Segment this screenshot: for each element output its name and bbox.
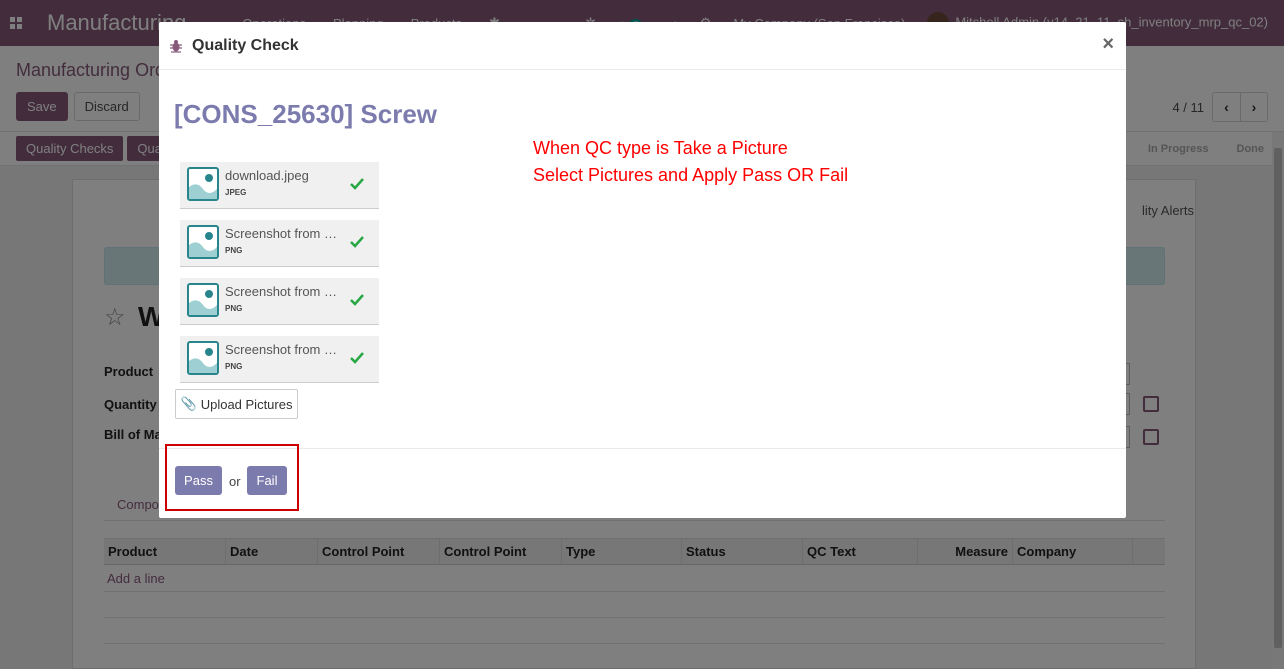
upload-label: Upload Pictures (200, 396, 293, 412)
dialog-header: Quality Check × (159, 22, 1126, 70)
check-icon (350, 352, 364, 364)
attachment-type: PNG (225, 362, 243, 371)
attachment-name: Screenshot from 2021-11-... (225, 284, 343, 299)
annotation-line-2: Select Pictures and Apply Pass OR Fail (533, 165, 849, 185)
attachment-type: JPEG (225, 188, 247, 197)
dialog-title: Quality Check (192, 37, 299, 54)
image-file-icon (187, 167, 219, 201)
close-icon[interactable]: × (1102, 33, 1114, 56)
quality-check-dialog: Quality Check × [CONS_25630] Screw When … (159, 22, 1126, 518)
or-label: or (229, 474, 241, 489)
attachment-type: PNG (225, 246, 243, 255)
check-icon (350, 294, 364, 306)
check-icon (350, 178, 364, 190)
product-title: [CONS_25630] Screw (174, 99, 438, 129)
bug-icon (170, 40, 182, 53)
fail-button[interactable]: Fail (247, 466, 287, 495)
image-file-icon (187, 341, 219, 375)
attachment-name: download.jpeg (225, 168, 309, 183)
image-file-icon (187, 225, 219, 259)
check-icon (350, 236, 364, 248)
image-file-icon (187, 283, 219, 317)
dialog-footer: Pass or Fail (159, 444, 1126, 518)
attachment-name: Screenshot from 2021-11-... (225, 226, 343, 241)
upload-pictures-button[interactable]: 📎 Upload Pictures (175, 389, 298, 419)
attachment-type: PNG (225, 304, 243, 313)
attachment-item[interactable]: Screenshot from 2021-11-... PNG (180, 278, 379, 325)
annotation-line-1: When QC type is Take a Picture (533, 138, 788, 158)
paperclip-icon: 📎 (180, 396, 197, 411)
pass-button[interactable]: Pass (175, 466, 222, 495)
attachment-item[interactable]: Screenshot from 2021-11-... PNG (180, 336, 379, 383)
attachment-item[interactable]: Screenshot from 2021-11-... PNG (180, 220, 379, 267)
attachment-name: Screenshot from 2021-11-... (225, 342, 343, 357)
attachment-item[interactable]: download.jpeg JPEG (180, 162, 379, 209)
